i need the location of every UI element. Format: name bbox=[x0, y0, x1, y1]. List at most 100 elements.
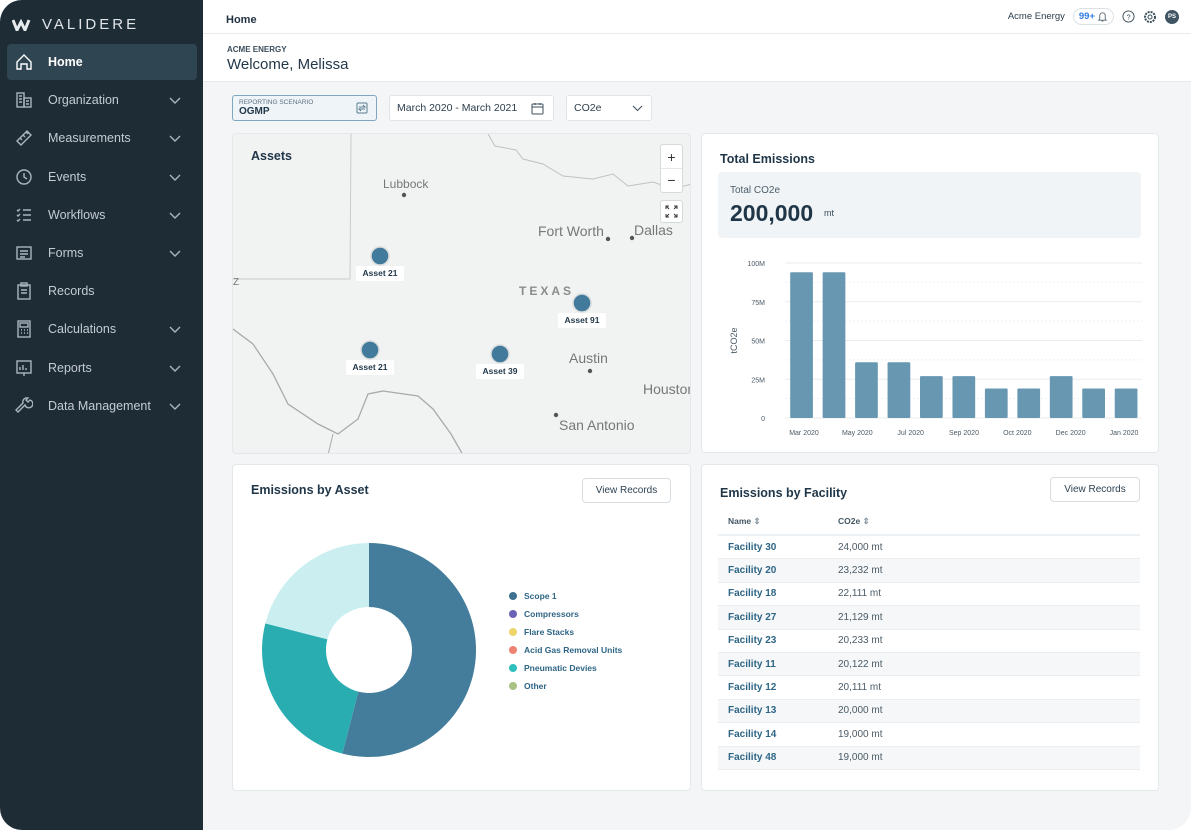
legend-item[interactable]: Scope 1 bbox=[509, 587, 622, 605]
chevron-down-icon[interactable] bbox=[169, 400, 181, 412]
date-range-value: March 2020 - March 2021 bbox=[397, 102, 518, 114]
facility-link[interactable]: Facility 13 bbox=[718, 705, 838, 716]
table-row[interactable]: Facility 48 19,000 mt bbox=[718, 746, 1140, 770]
sidebar-item-events[interactable]: Events bbox=[7, 159, 197, 195]
legend-item[interactable]: Flare Stacks bbox=[509, 623, 622, 641]
facility-link[interactable]: Facility 18 bbox=[718, 588, 838, 599]
metric-select[interactable]: CO2e bbox=[566, 95, 652, 121]
breadcrumb[interactable]: Home bbox=[226, 14, 257, 26]
table-row[interactable]: Facility 27 21,129 mt bbox=[718, 606, 1140, 630]
topbar: Home Acme Energy 99+ ? PS bbox=[203, 0, 1191, 34]
metric-value: CO2e bbox=[574, 102, 602, 114]
facility-link[interactable]: Facility 14 bbox=[718, 729, 838, 740]
avatar[interactable]: PS bbox=[1165, 9, 1179, 24]
sidebar-item-forms[interactable]: Forms bbox=[7, 235, 197, 271]
facility-link[interactable]: Facility 27 bbox=[718, 612, 838, 623]
bar[interactable] bbox=[1017, 388, 1041, 418]
sidebar-item-measurements[interactable]: Measurements bbox=[7, 120, 197, 156]
sidebar-item-home[interactable]: Home bbox=[7, 44, 197, 80]
chevron-down-icon[interactable] bbox=[169, 94, 181, 106]
facility-link[interactable]: Facility 11 bbox=[718, 659, 838, 670]
help-icon[interactable]: ? bbox=[1122, 10, 1135, 23]
sidebar-item-data-management[interactable]: Data Management bbox=[7, 388, 197, 424]
sidebar-item-label: Organization bbox=[48, 93, 119, 108]
legend-item[interactable]: Other bbox=[509, 677, 622, 695]
bar[interactable] bbox=[790, 272, 813, 418]
asset-marker[interactable] bbox=[360, 340, 380, 360]
asset-marker[interactable] bbox=[370, 246, 390, 266]
table-row[interactable]: Facility 11 20,122 mt bbox=[718, 652, 1140, 677]
zoom-out-button[interactable]: − bbox=[661, 169, 682, 193]
bar[interactable] bbox=[984, 388, 1008, 418]
bar[interactable] bbox=[952, 376, 976, 418]
city-dot bbox=[605, 236, 611, 242]
table-row[interactable]: Facility 20 23,232 mt bbox=[718, 559, 1140, 583]
asset-label[interactable]: Asset 21 bbox=[356, 266, 404, 281]
pie-slice[interactable] bbox=[265, 543, 369, 640]
clipboard-icon bbox=[17, 282, 31, 300]
chevron-down-icon[interactable] bbox=[169, 247, 181, 259]
legend-item[interactable]: Pneumatic Devies bbox=[509, 659, 622, 677]
asset-label[interactable]: Asset 91 bbox=[558, 313, 606, 328]
asset-marker[interactable] bbox=[572, 293, 592, 313]
chevron-down-icon[interactable] bbox=[169, 132, 181, 144]
sidebar-item-calculations[interactable]: Calculations bbox=[7, 311, 197, 347]
date-range-picker[interactable]: March 2020 - March 2021 bbox=[389, 95, 554, 121]
sidebar-item-organization[interactable]: Organization bbox=[7, 82, 197, 118]
chevron-down-icon[interactable] bbox=[169, 362, 181, 374]
pie-slice[interactable] bbox=[262, 623, 359, 754]
sidebar-item-reports[interactable]: Reports bbox=[7, 350, 197, 386]
asset-marker[interactable] bbox=[490, 344, 510, 364]
co2e-value: 19,000 mt bbox=[838, 728, 883, 740]
company-switcher[interactable]: Acme Energy bbox=[1008, 11, 1065, 22]
facility-link[interactable]: Facility 48 bbox=[718, 752, 838, 763]
city-label: Lubbock bbox=[383, 177, 429, 191]
brand-name: VALIDERE bbox=[42, 16, 140, 33]
facility-link[interactable]: Facility 30 bbox=[718, 542, 838, 553]
table-row[interactable]: Facility 14 19,000 mt bbox=[718, 723, 1140, 747]
legend-swatch bbox=[509, 610, 517, 618]
asset-label[interactable]: Asset 21 bbox=[346, 360, 394, 375]
logo[interactable]: VALIDERE bbox=[12, 16, 139, 33]
facility-link[interactable]: Facility 23 bbox=[718, 635, 838, 646]
asset-label[interactable]: Asset 39 bbox=[476, 364, 524, 379]
bar[interactable] bbox=[887, 362, 911, 418]
bar[interactable] bbox=[855, 362, 878, 418]
calendar-icon bbox=[531, 102, 544, 114]
sidebar-item-workflows[interactable]: Workflows bbox=[7, 197, 197, 233]
bar[interactable] bbox=[920, 376, 943, 418]
legend-item[interactable]: Acid Gas Removal Units bbox=[509, 641, 622, 659]
zoom-in-button[interactable]: + bbox=[661, 145, 682, 169]
facility-link[interactable]: Facility 20 bbox=[718, 565, 838, 576]
legend-label: Other bbox=[524, 681, 547, 691]
fullscreen-button[interactable] bbox=[660, 200, 683, 223]
chevron-down-icon[interactable] bbox=[169, 171, 181, 183]
column-header-co2e[interactable]: CO2e ⇕ bbox=[838, 516, 1140, 527]
legend-item[interactable]: Compressors bbox=[509, 605, 622, 623]
notifications-button[interactable]: 99+ bbox=[1072, 8, 1114, 25]
sort-icon: ⇕ bbox=[862, 516, 870, 526]
table-row[interactable]: Facility 12 20,111 mt bbox=[718, 676, 1140, 700]
sidebar-item-records[interactable]: Records bbox=[7, 273, 197, 309]
table-row[interactable]: Facility 23 20,233 mt bbox=[718, 630, 1140, 653]
assets-map[interactable] bbox=[233, 134, 691, 454]
expand-icon bbox=[665, 205, 678, 218]
zoom-controls: + − bbox=[660, 144, 683, 193]
chevron-down-icon[interactable] bbox=[169, 323, 181, 335]
table-row[interactable]: Facility 18 22,111 mt bbox=[718, 583, 1140, 607]
facility-link[interactable]: Facility 12 bbox=[718, 682, 838, 693]
table-row[interactable]: Facility 30 24,000 mt bbox=[718, 536, 1140, 560]
sort-icon: ⇕ bbox=[753, 516, 761, 526]
bar[interactable] bbox=[1049, 376, 1073, 418]
app-window: VALIDERE Home Organization Measurements Eve… bbox=[0, 0, 1191, 830]
reporting-scenario-select[interactable]: REPORTING SCENARIO OGMP bbox=[232, 95, 377, 121]
bar[interactable] bbox=[1082, 388, 1106, 418]
bar[interactable] bbox=[822, 272, 846, 418]
table-row[interactable]: Facility 13 20,000 mt bbox=[718, 699, 1140, 724]
settings-gear-icon[interactable] bbox=[1143, 10, 1157, 24]
chevron-down-icon[interactable] bbox=[169, 209, 181, 221]
view-records-button[interactable]: View Records bbox=[1050, 477, 1140, 502]
scenario-label: REPORTING SCENARIO bbox=[239, 99, 314, 106]
bar[interactable] bbox=[1114, 388, 1138, 418]
column-header-name[interactable]: Name ⇕ bbox=[718, 516, 838, 527]
